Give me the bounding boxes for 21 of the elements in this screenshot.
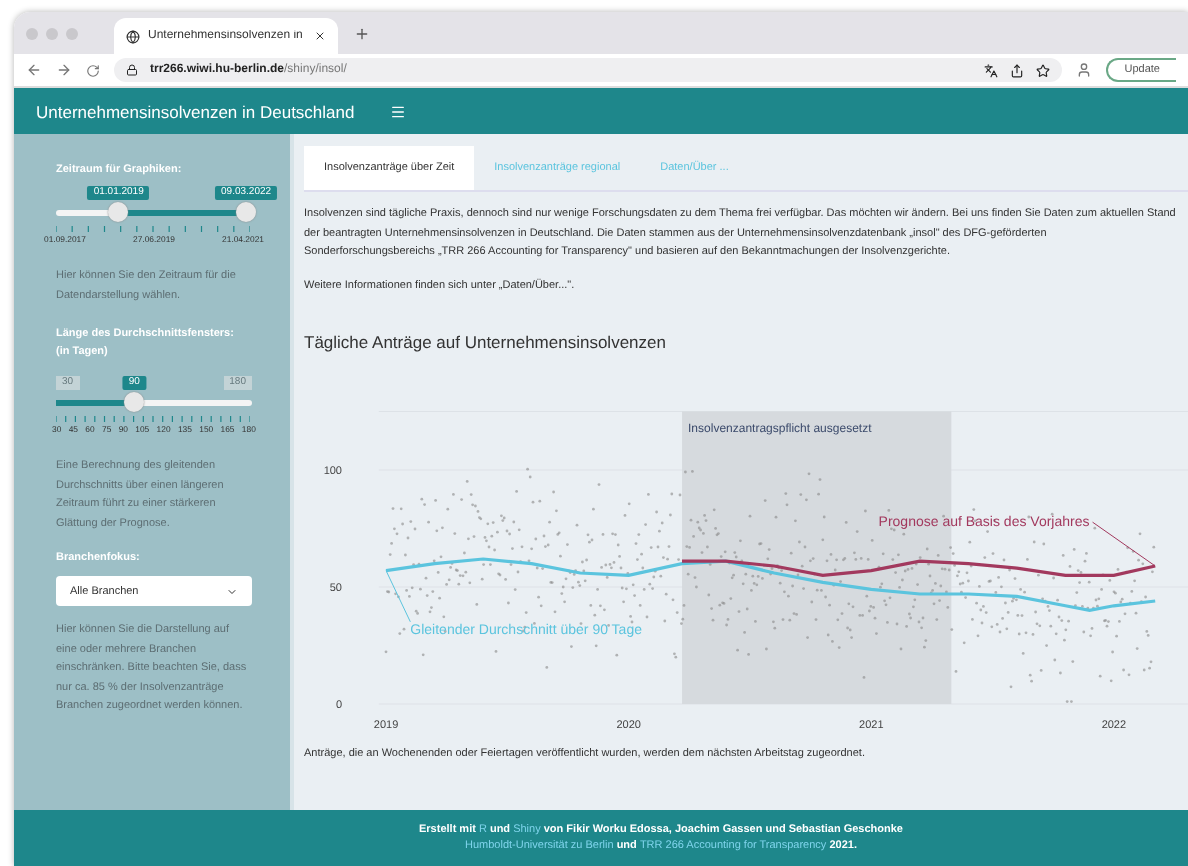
star-icon[interactable]	[1036, 63, 1051, 77]
lock-icon	[126, 64, 138, 76]
slider-handle[interactable]	[236, 202, 257, 222]
translate-icon[interactable]	[984, 63, 999, 77]
range-slider[interactable]	[56, 202, 252, 224]
new-tab-icon[interactable]	[354, 25, 370, 41]
leader-line	[385, 570, 411, 623]
menu-icon[interactable]	[390, 103, 407, 119]
profile-icon[interactable]	[1076, 62, 1093, 78]
reload-icon[interactable]	[86, 63, 100, 77]
back-icon[interactable]	[26, 62, 42, 78]
chart-title: Tägliche Anträge auf Unternehmensinsolvenzen	[304, 332, 668, 352]
close-icon[interactable]	[314, 30, 326, 42]
slider-handle[interactable]	[108, 202, 129, 222]
leader-line	[1092, 521, 1156, 567]
app-title: Unternehmensinsolvenzen in Deutschland	[36, 101, 355, 121]
forward-icon[interactable]	[56, 62, 72, 78]
share-icon[interactable]	[1010, 63, 1025, 77]
slider-handle[interactable]	[124, 392, 145, 412]
globe-icon	[126, 29, 140, 43]
caret-icon	[226, 585, 238, 597]
